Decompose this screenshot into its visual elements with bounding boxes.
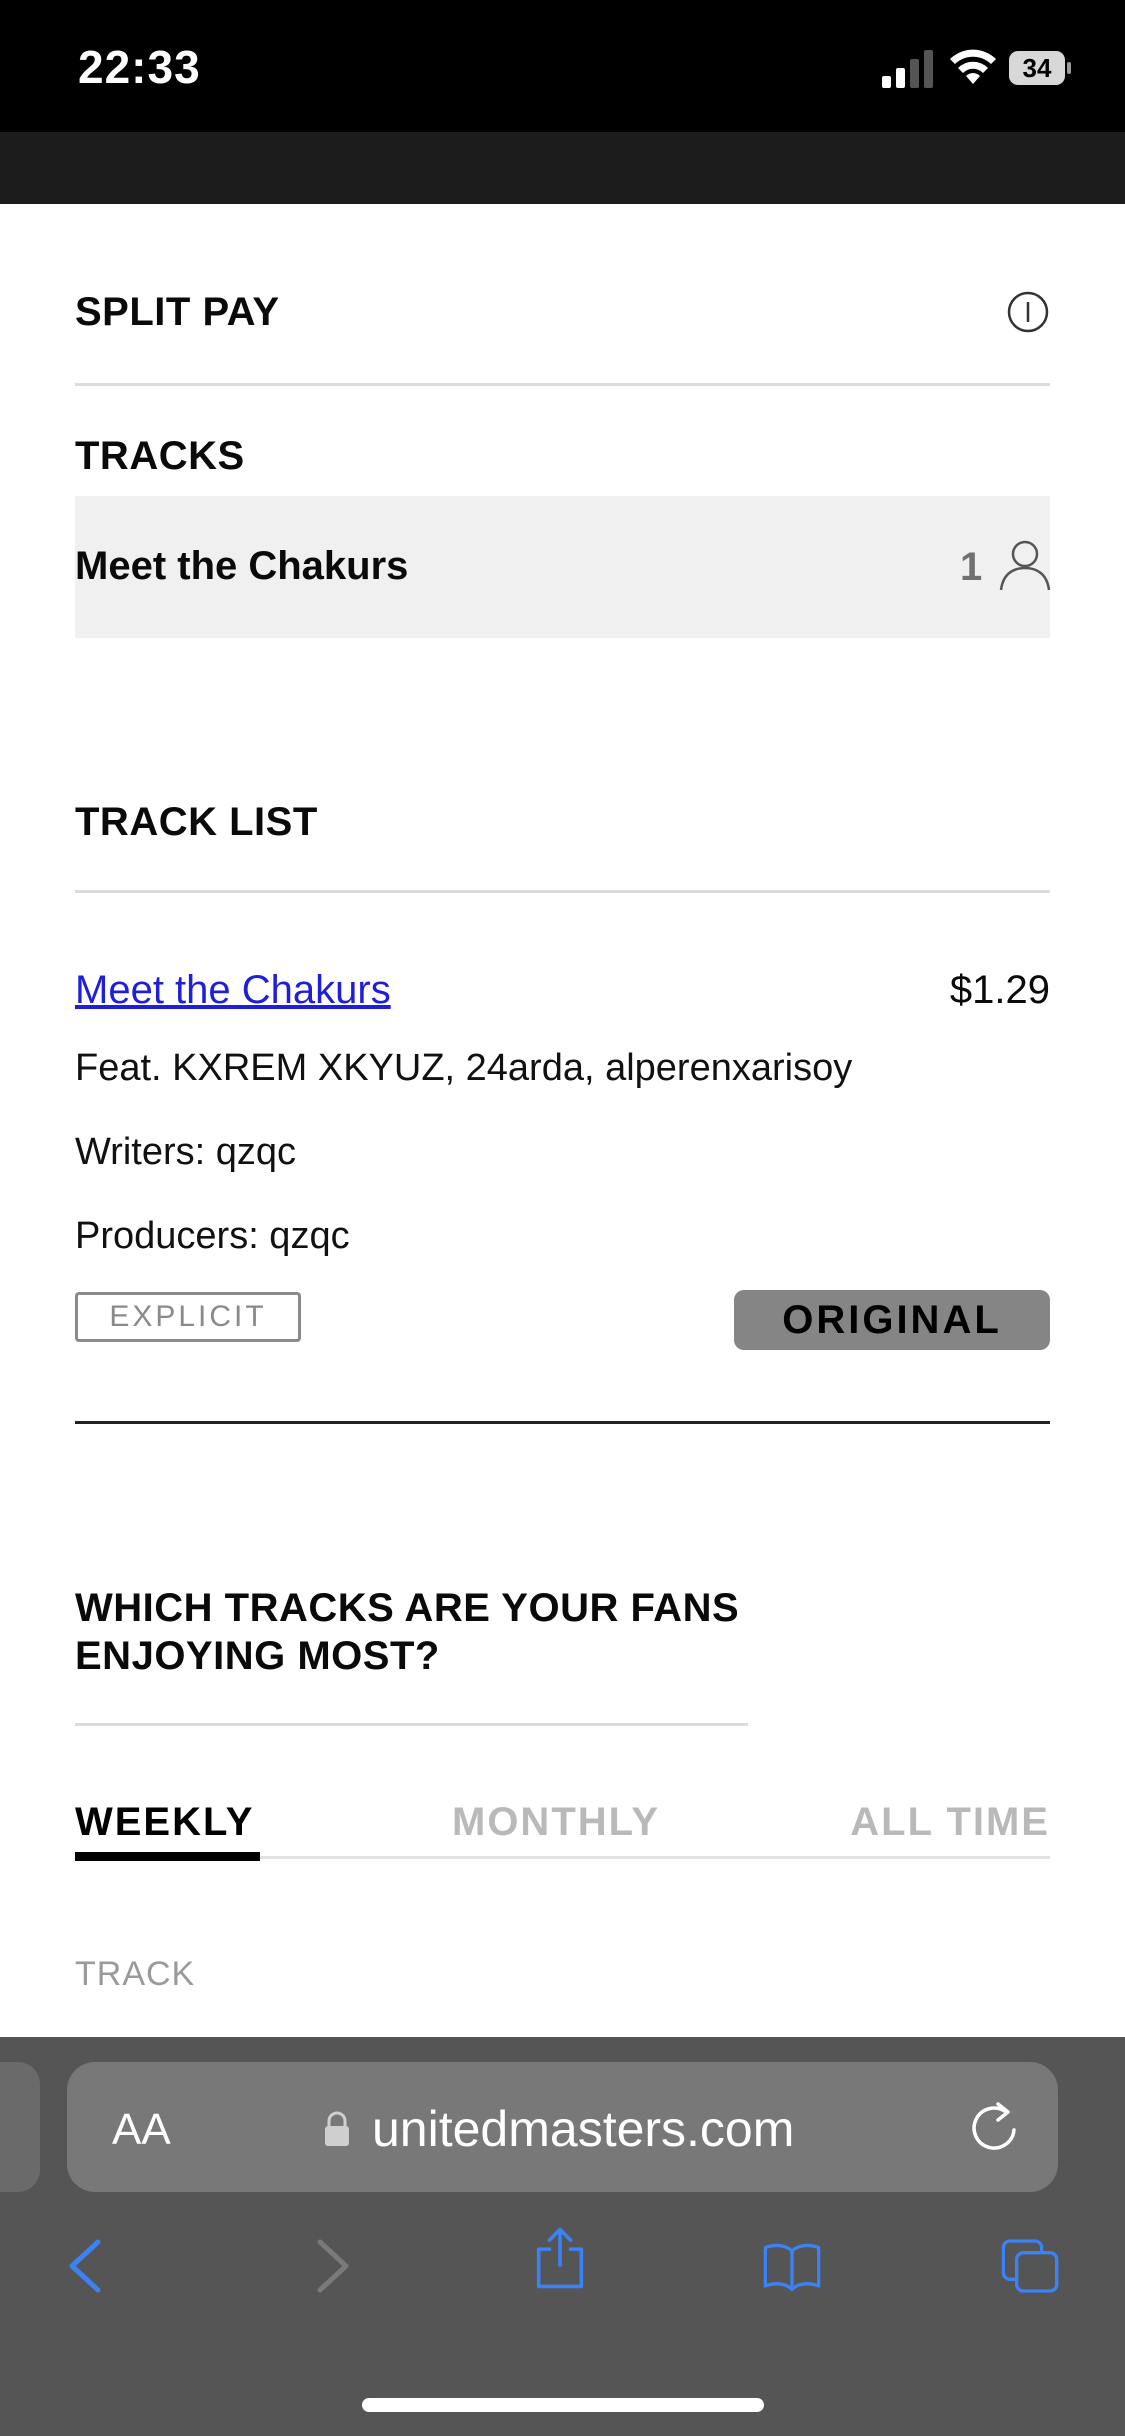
divider bbox=[75, 890, 1050, 893]
divider bbox=[75, 1723, 748, 1726]
previous-tab-preview[interactable] bbox=[0, 2062, 40, 2192]
battery-icon: 34 bbox=[1009, 51, 1071, 85]
info-icon[interactable] bbox=[1006, 290, 1050, 334]
collaborator-count: 1 bbox=[960, 545, 983, 589]
explicit-badge: EXPLICIT bbox=[75, 1292, 301, 1342]
producers: Producers: qzqc bbox=[75, 1215, 350, 1257]
tabs-icon[interactable] bbox=[1000, 2234, 1060, 2298]
track-link[interactable]: Meet the Chakurs bbox=[75, 968, 391, 1013]
person-icon bbox=[999, 540, 1051, 591]
track-price: $1.29 bbox=[949, 968, 1050, 1012]
cellular-signal-icon bbox=[882, 50, 933, 88]
home-indicator bbox=[362, 2398, 764, 2412]
column-header-track: TRACK bbox=[75, 1955, 196, 1993]
section-divider bbox=[75, 1421, 1050, 1424]
divider bbox=[75, 383, 1050, 386]
wifi-icon bbox=[950, 49, 996, 84]
fans-section-title: WHICH TRACKS ARE YOUR FANS ENJOYING MOST… bbox=[75, 1586, 740, 1678]
track-list-title: TRACK LIST bbox=[75, 800, 318, 844]
split-pay-title: SPLIT PAY bbox=[75, 290, 280, 334]
bookmarks-icon[interactable] bbox=[762, 2234, 822, 2298]
tab-all-time[interactable]: ALL TIME bbox=[850, 1800, 1050, 1845]
reload-icon[interactable] bbox=[966, 2098, 1022, 2156]
back-icon[interactable] bbox=[58, 2234, 118, 2298]
track-row-name: Meet the Chakurs bbox=[75, 544, 409, 588]
lock-icon bbox=[325, 2111, 349, 2146]
share-icon[interactable] bbox=[530, 2226, 590, 2290]
reader-settings-button[interactable]: AA bbox=[112, 2105, 171, 2155]
url-text[interactable]: unitedmasters.com bbox=[372, 2100, 794, 2158]
forward-icon[interactable] bbox=[300, 2234, 360, 2298]
tracks-title: TRACKS bbox=[75, 434, 245, 478]
battery-level: 34 bbox=[1023, 53, 1052, 83]
status-time: 22:33 bbox=[78, 41, 201, 93]
active-tab-indicator bbox=[75, 1852, 260, 1861]
tab-weekly[interactable]: WEEKLY bbox=[75, 1800, 254, 1845]
tab-monthly[interactable]: MONTHLY bbox=[452, 1800, 660, 1845]
header-band bbox=[0, 132, 1125, 204]
featuring-artists: Feat. KXREM XKYUZ, 24arda, alperenxariso… bbox=[75, 1047, 853, 1089]
original-badge: ORIGINAL bbox=[734, 1290, 1050, 1350]
writers: Writers: qzqc bbox=[75, 1131, 297, 1173]
